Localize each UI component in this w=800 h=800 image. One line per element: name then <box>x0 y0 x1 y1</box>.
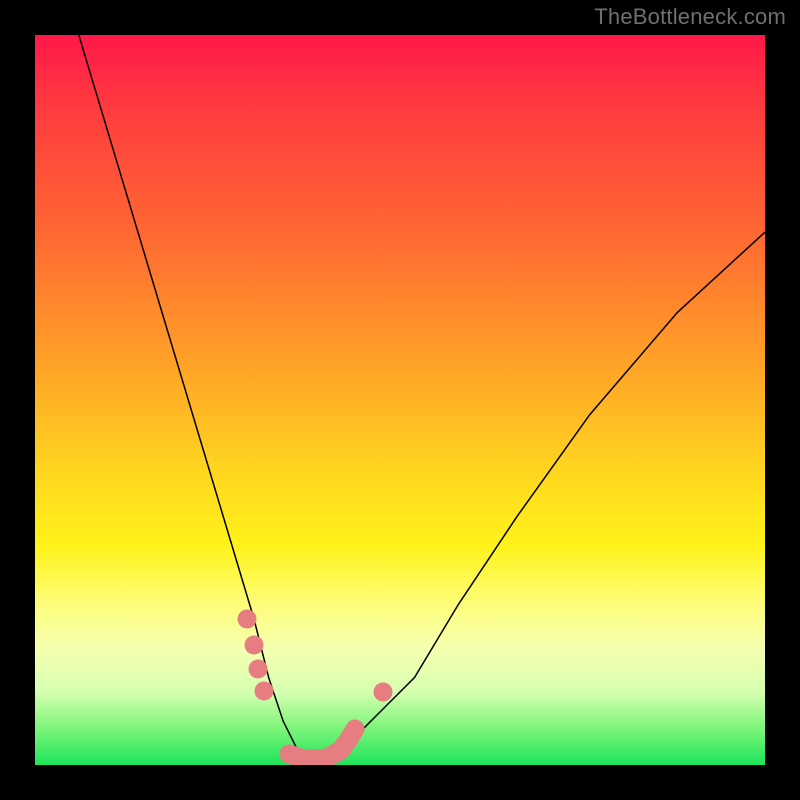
chart-frame: TheBottleneck.com <box>0 0 800 800</box>
marker-dot <box>374 683 393 702</box>
bottleneck-curve <box>79 35 765 765</box>
highlighted-valley-segment <box>289 729 355 759</box>
marker-dot <box>255 682 274 701</box>
marker-dot <box>245 636 264 655</box>
plot-area <box>35 35 765 765</box>
marker-dot <box>249 660 268 679</box>
chart-svg <box>35 35 765 765</box>
watermark-text: TheBottleneck.com <box>594 4 786 30</box>
marker-dot <box>238 610 257 629</box>
